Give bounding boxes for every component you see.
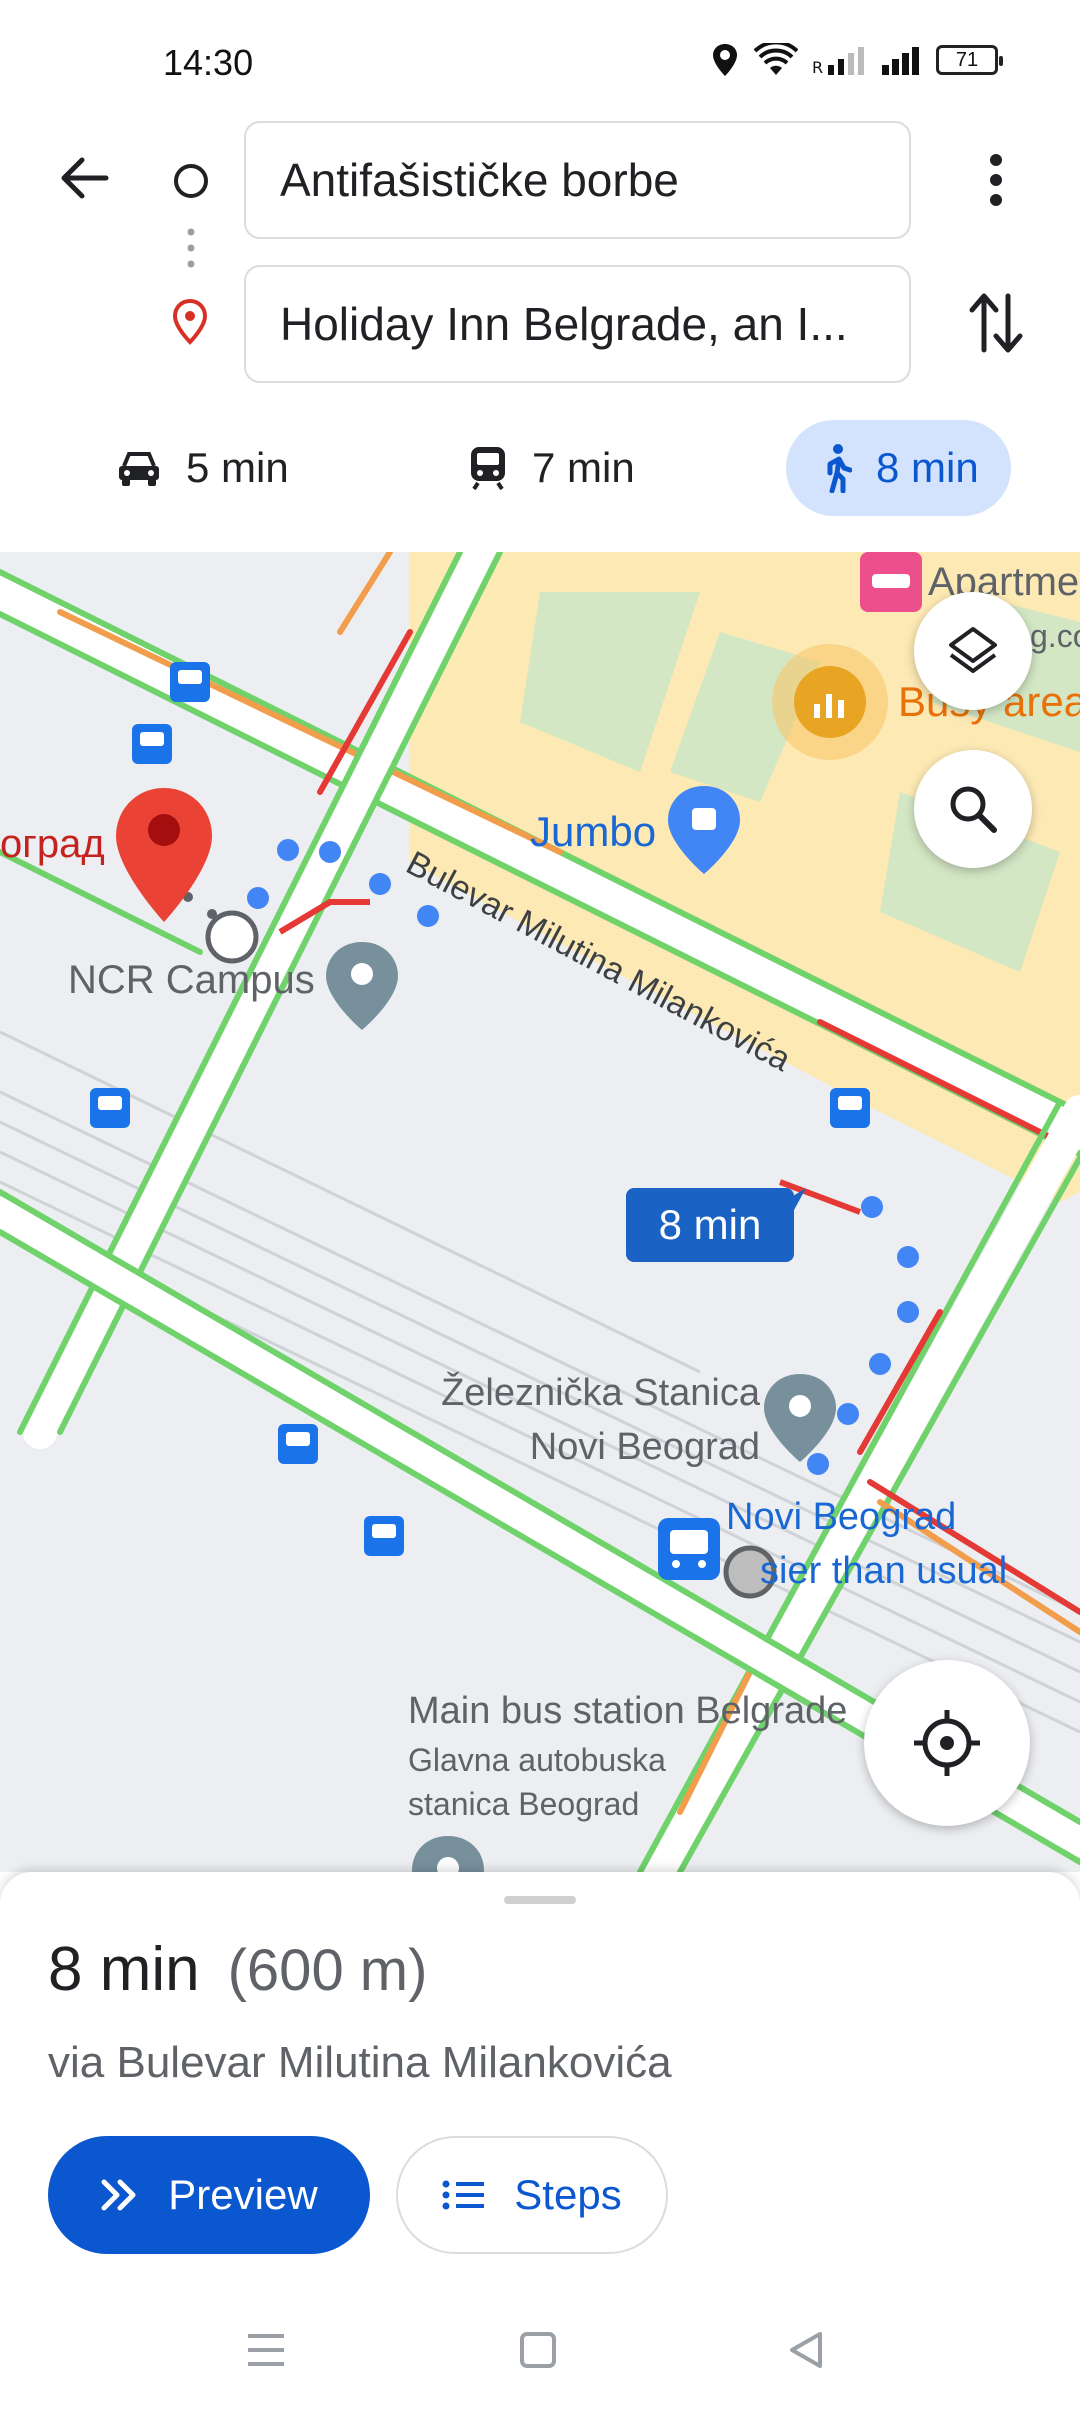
location-icon [713,44,737,76]
destination-text: Holiday Inn Belgrade, an I... [280,298,848,350]
transit-icon [471,447,505,491]
station-pin [764,1374,836,1462]
route-time-bubble[interactable]: 8 min [626,1188,794,1262]
sheet-drag-handle[interactable] [504,1896,576,1904]
mode-walk[interactable]: 8 min [786,420,1011,516]
label-place-partial: оград [0,822,105,866]
origin-text: Antifašističke borbe [280,154,679,206]
swap-icon[interactable] [966,290,1026,356]
label-station-1[interactable]: Železnička Stanica [414,1372,760,1415]
nav-menu-icon[interactable] [246,2330,286,2370]
list-icon [442,2180,485,2210]
mode-transit[interactable]: 7 min [468,420,635,516]
search-button[interactable] [914,750,1032,868]
double-chevron-icon [101,2179,136,2211]
status-time: 14:30 [163,42,254,83]
label-bus-station-sub-2: stanica Beograd [408,1786,640,1822]
preview-button[interactable]: Preview [48,2136,370,2254]
label-station-2[interactable]: Novi Beograd [414,1426,760,1469]
map-view[interactable]: оград NCR Campus Jumbo Busy area Apartme… [0,552,1080,1872]
back-arrow-icon[interactable] [56,150,112,206]
steps-label: Steps [514,2171,622,2218]
my-location-button[interactable] [864,1660,1030,1826]
label-stop-note: sier than usual [760,1550,1008,1592]
label-jumbo[interactable]: Jumbo [530,808,656,856]
battery-level: 71 [955,48,979,71]
label-bus-station[interactable]: Main bus station Belgrade [408,1690,847,1733]
mode-car-time: 5 min [186,444,289,491]
route-duration: 8 min [48,1935,200,2004]
svg-text:R: R [812,58,823,75]
label-stop-name[interactable]: Novi Beograd [726,1496,956,1539]
steps-button[interactable]: Steps [396,2136,668,2254]
destination-pin-icon [172,298,208,345]
status-icons: R 71 [710,40,1003,80]
mode-walk-time: 8 min [876,444,979,491]
signal-icon [882,47,919,75]
mode-car[interactable]: 5 min [116,420,289,516]
walk-icon [827,444,852,493]
ncr-campus-pin [326,942,398,1030]
label-apartment-2: g.co [1030,618,1080,654]
route-time-text: 8 min [658,1201,762,1248]
route-start-marker [205,910,259,964]
label-bus-station-sub-1: Glavna autobuska [408,1742,666,1778]
origin-circle-icon [174,164,208,198]
preview-label: Preview [168,2171,318,2218]
route-via: via Bulevar Milutina Milankovića [48,2038,672,2087]
bus-station-pin [412,1836,484,1872]
nav-home-icon[interactable] [518,2330,558,2370]
nav-back-icon[interactable] [786,2330,826,2370]
layers-icon [949,627,997,673]
more-options-icon[interactable] [976,150,1016,210]
station-stop-icon [658,1518,720,1580]
route-summary-sheet[interactable]: 8 min (600 m) via Bulevar Milutina Milan… [0,1872,1080,2412]
origin-field[interactable]: Antifašističke borbe [244,121,911,239]
route-distance: (600 m) [227,1938,428,2003]
destination-pin [116,788,212,922]
destination-field[interactable]: Holiday Inn Belgrade, an I... [244,265,911,383]
battery-icon: 71 [936,45,1003,75]
route-dots-icon [187,228,195,268]
mode-transit-time: 7 min [532,444,635,491]
label-ncr-campus[interactable]: NCR Campus [68,958,315,1003]
status-bar: 14:30 R 71 [0,0,1080,110]
signal-r-icon: R [812,47,864,75]
my-location-icon [914,1710,980,1776]
route-summary: 8 min (600 m) [48,1934,427,2005]
car-icon [119,452,159,486]
layers-button[interactable] [914,592,1032,710]
search-icon [950,786,997,833]
wifi-icon [754,43,798,75]
